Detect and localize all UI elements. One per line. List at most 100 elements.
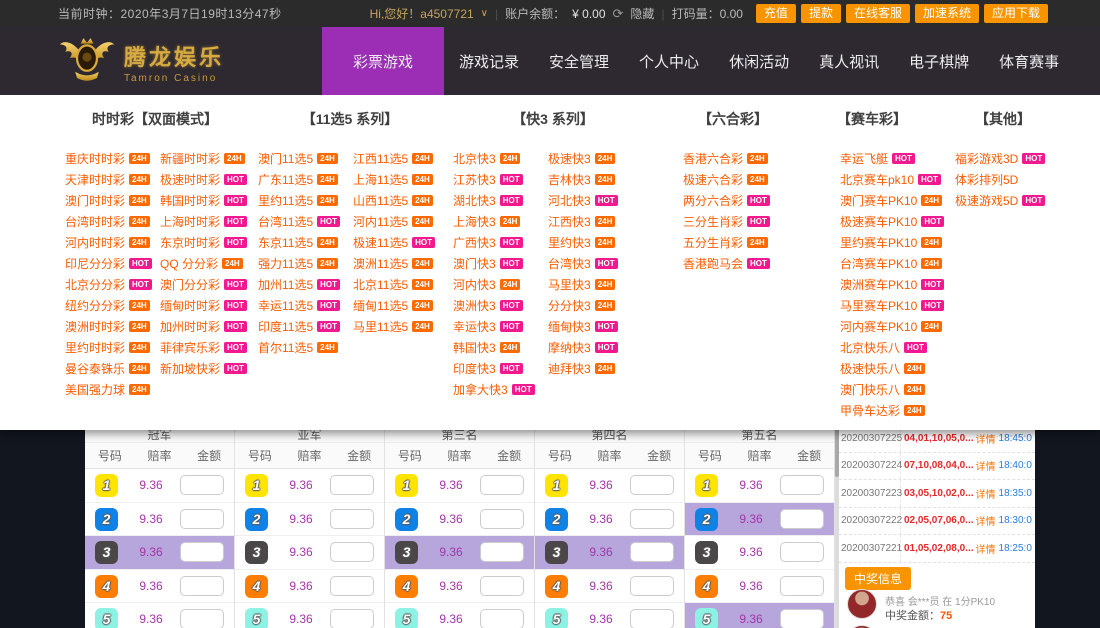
ball-5[interactable]: 5: [395, 608, 418, 628]
menu-game-item[interactable]: 两分六合彩HOT: [683, 191, 770, 212]
nav-item-个人中心[interactable]: 个人中心: [624, 27, 714, 95]
menu-game-item[interactable]: 重庆时时彩24H: [65, 149, 152, 170]
bet-amount-input[interactable]: [630, 509, 674, 529]
bet-amount-input[interactable]: [330, 542, 374, 562]
result-row[interactable]: 2020030722407,10,08,04,0...详情18:40:0: [839, 453, 1035, 481]
menu-game-item[interactable]: 菲律宾乐彩HOT: [160, 338, 247, 359]
deposit-button[interactable]: 充值: [756, 4, 796, 23]
bet-amount-input[interactable]: [630, 609, 674, 628]
menu-game-item[interactable]: 体彩排列5D: [955, 170, 1045, 191]
bet-amount-input[interactable]: [480, 576, 524, 596]
menu-game-item[interactable]: 北京快乐八HOT: [840, 338, 944, 359]
menu-game-item[interactable]: 里约时时彩24H: [65, 338, 152, 359]
bet-amount-input[interactable]: [780, 609, 824, 628]
result-detail-link[interactable]: 详情: [976, 458, 996, 473]
menu-game-item[interactable]: 广西快3HOT: [453, 233, 535, 254]
menu-game-item[interactable]: 澳门赛车PK1024H: [840, 191, 944, 212]
menu-game-item[interactable]: 极速快324H: [548, 149, 618, 170]
menu-game-item[interactable]: 澳门11选524H: [258, 149, 340, 170]
ball-3[interactable]: 3: [95, 541, 118, 564]
menu-game-item[interactable]: 强力11选524H: [258, 254, 340, 275]
bet-amount-input[interactable]: [330, 509, 374, 529]
bet-amount-input[interactable]: [480, 609, 524, 628]
menu-game-item[interactable]: 东京11选524H: [258, 233, 340, 254]
ball-4[interactable]: 4: [95, 575, 118, 598]
menu-game-item[interactable]: 缅甸快3HOT: [548, 317, 618, 338]
menu-game-item[interactable]: 上海11选524H: [353, 170, 435, 191]
menu-game-item[interactable]: 里约快324H: [548, 233, 618, 254]
ball-3[interactable]: 3: [245, 541, 268, 564]
nav-item-电子棋牌[interactable]: 电子棋牌: [894, 27, 984, 95]
app-download-button[interactable]: 应用下载: [984, 4, 1048, 23]
chevron-down-icon[interactable]: ∨: [481, 8, 488, 19]
bet-amount-input[interactable]: [480, 542, 524, 562]
result-detail-link[interactable]: 详情: [976, 513, 996, 528]
menu-game-item[interactable]: 极速时时彩HOT: [160, 170, 247, 191]
result-row[interactable]: 2020030722303,05,10,02,0...详情18:35:0: [839, 480, 1035, 508]
menu-game-item[interactable]: 北京11选524H: [353, 275, 435, 296]
hide-balance-link[interactable]: 隐藏: [630, 5, 654, 22]
bet-amount-input[interactable]: [180, 542, 224, 562]
bet-amount-input[interactable]: [180, 509, 224, 529]
bet-amount-input[interactable]: [780, 542, 824, 562]
menu-game-item[interactable]: 江苏快3HOT: [453, 170, 535, 191]
result-detail-link[interactable]: 详情: [976, 541, 996, 556]
menu-game-item[interactable]: 香港跑马会HOT: [683, 254, 770, 275]
ball-3[interactable]: 3: [695, 541, 718, 564]
menu-game-item[interactable]: 河内11选524H: [353, 212, 435, 233]
menu-game-item[interactable]: 北京赛车pk10HOT: [840, 170, 944, 191]
menu-game-item[interactable]: QQ 分分彩24H: [160, 254, 247, 275]
speed-system-button[interactable]: 加速系统: [915, 4, 979, 23]
online-service-button[interactable]: 在线客服: [846, 4, 910, 23]
menu-game-item[interactable]: 里约赛车PK1024H: [840, 233, 944, 254]
menu-game-item[interactable]: 马里赛车PK10HOT: [840, 296, 944, 317]
menu-game-item[interactable]: 极速赛车PK10HOT: [840, 212, 944, 233]
withdraw-button[interactable]: 提款: [801, 4, 841, 23]
menu-game-item[interactable]: 澳门快乐八24H: [840, 380, 944, 401]
menu-game-item[interactable]: 广东11选524H: [258, 170, 340, 191]
bet-amount-input[interactable]: [180, 475, 224, 495]
menu-game-item[interactable]: 台湾快3HOT: [548, 254, 618, 275]
ball-5[interactable]: 5: [245, 608, 268, 628]
menu-game-item[interactable]: 韩国时时彩HOT: [160, 191, 247, 212]
menu-game-item[interactable]: 幸运飞艇HOT: [840, 149, 944, 170]
menu-game-item[interactable]: 新疆时时彩24H: [160, 149, 247, 170]
menu-game-item[interactable]: 澳洲11选524H: [353, 254, 435, 275]
menu-game-item[interactable]: 幸运11选5HOT: [258, 296, 340, 317]
ball-1[interactable]: 1: [245, 474, 268, 497]
ball-1[interactable]: 1: [695, 474, 718, 497]
menu-game-item[interactable]: 极速六合彩24H: [683, 170, 770, 191]
bet-amount-input[interactable]: [330, 475, 374, 495]
bet-amount-input[interactable]: [180, 576, 224, 596]
ball-3[interactable]: 3: [395, 541, 418, 564]
ball-5[interactable]: 5: [695, 608, 718, 628]
menu-game-item[interactable]: 吉林快324H: [548, 170, 618, 191]
menu-game-item[interactable]: 加州11选5HOT: [258, 275, 340, 296]
menu-game-item[interactable]: 澳门时时彩24H: [65, 191, 152, 212]
ball-3[interactable]: 3: [545, 541, 568, 564]
ball-4[interactable]: 4: [395, 575, 418, 598]
bet-amount-input[interactable]: [780, 475, 824, 495]
menu-game-item[interactable]: 澳门分分彩HOT: [160, 275, 247, 296]
menu-game-item[interactable]: 三分生肖彩HOT: [683, 212, 770, 233]
bet-amount-input[interactable]: [630, 475, 674, 495]
menu-game-item[interactable]: 江西快324H: [548, 212, 618, 233]
menu-game-item[interactable]: 北京快324H: [453, 149, 535, 170]
nav-item-真人视讯[interactable]: 真人视讯: [804, 27, 894, 95]
menu-game-item[interactable]: 香港六合彩24H: [683, 149, 770, 170]
menu-game-item[interactable]: 北京分分彩HOT: [65, 275, 152, 296]
menu-game-item[interactable]: 河内快324H: [453, 275, 535, 296]
bet-amount-input[interactable]: [780, 576, 824, 596]
brand[interactable]: 腾龙娱乐 Tamron Casino: [58, 33, 224, 90]
menu-game-item[interactable]: 台湾赛车PK1024H: [840, 254, 944, 275]
menu-game-item[interactable]: 澳洲快3HOT: [453, 296, 535, 317]
menu-game-item[interactable]: 五分生肖彩24H: [683, 233, 770, 254]
menu-game-item[interactable]: 加拿大快3HOT: [453, 380, 535, 401]
ball-2[interactable]: 2: [395, 508, 418, 531]
menu-game-item[interactable]: 曼谷泰铢乐24H: [65, 359, 152, 380]
menu-game-item[interactable]: 首尔11选524H: [258, 338, 340, 359]
bet-amount-input[interactable]: [630, 542, 674, 562]
menu-game-item[interactable]: 山西11选524H: [353, 191, 435, 212]
menu-game-item[interactable]: 极速游戏5DHOT: [955, 191, 1045, 212]
ball-1[interactable]: 1: [395, 474, 418, 497]
